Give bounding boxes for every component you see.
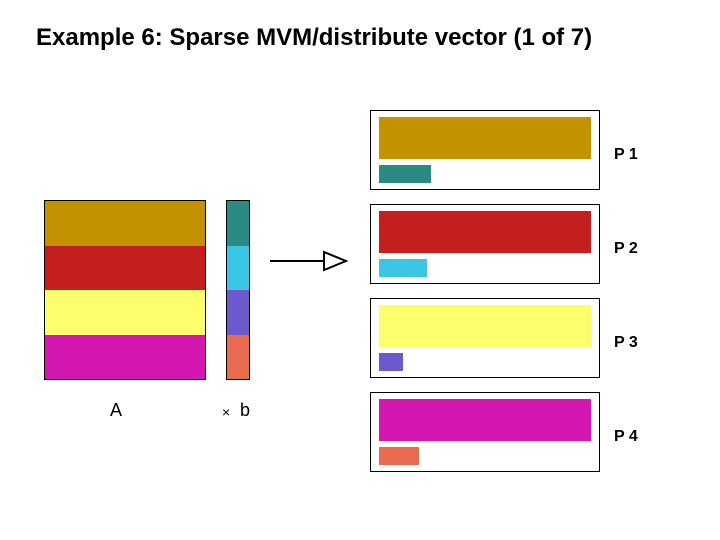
- times-symbol: ×: [222, 404, 230, 420]
- matrix-row-3: [45, 290, 205, 335]
- vector-seg-2: [227, 246, 249, 291]
- vector-label: b: [240, 400, 250, 421]
- p1-primary-block: [379, 117, 591, 159]
- vector-b: [226, 200, 250, 380]
- p3-label: P 3: [614, 334, 638, 352]
- processor-box-1: [370, 110, 600, 190]
- processor-box-2: [370, 204, 600, 284]
- vector-seg-1: [227, 201, 249, 246]
- matrix-a: [44, 200, 206, 380]
- p2-label: P 2: [614, 240, 638, 258]
- matrix-row-4: [45, 335, 205, 380]
- matrix-row-1: [45, 201, 205, 246]
- p3-secondary-block: [379, 353, 403, 371]
- processor-box-3: [370, 298, 600, 378]
- vector-seg-3: [227, 290, 249, 335]
- processor-box-4: [370, 392, 600, 472]
- vector-seg-4: [227, 335, 249, 380]
- p4-label: P 4: [614, 428, 638, 446]
- arrow-icon: [268, 246, 348, 276]
- matrix-row-2: [45, 246, 205, 291]
- p3-primary-block: [379, 305, 591, 347]
- p2-secondary-block: [379, 259, 427, 277]
- p1-secondary-block: [379, 165, 431, 183]
- p2-primary-block: [379, 211, 591, 253]
- slide-title: Example 6: Sparse MVM/distribute vector …: [36, 24, 592, 52]
- p1-label: P 1: [614, 146, 638, 164]
- p4-primary-block: [379, 399, 591, 441]
- p4-secondary-block: [379, 447, 419, 465]
- matrix-label: A: [110, 400, 122, 421]
